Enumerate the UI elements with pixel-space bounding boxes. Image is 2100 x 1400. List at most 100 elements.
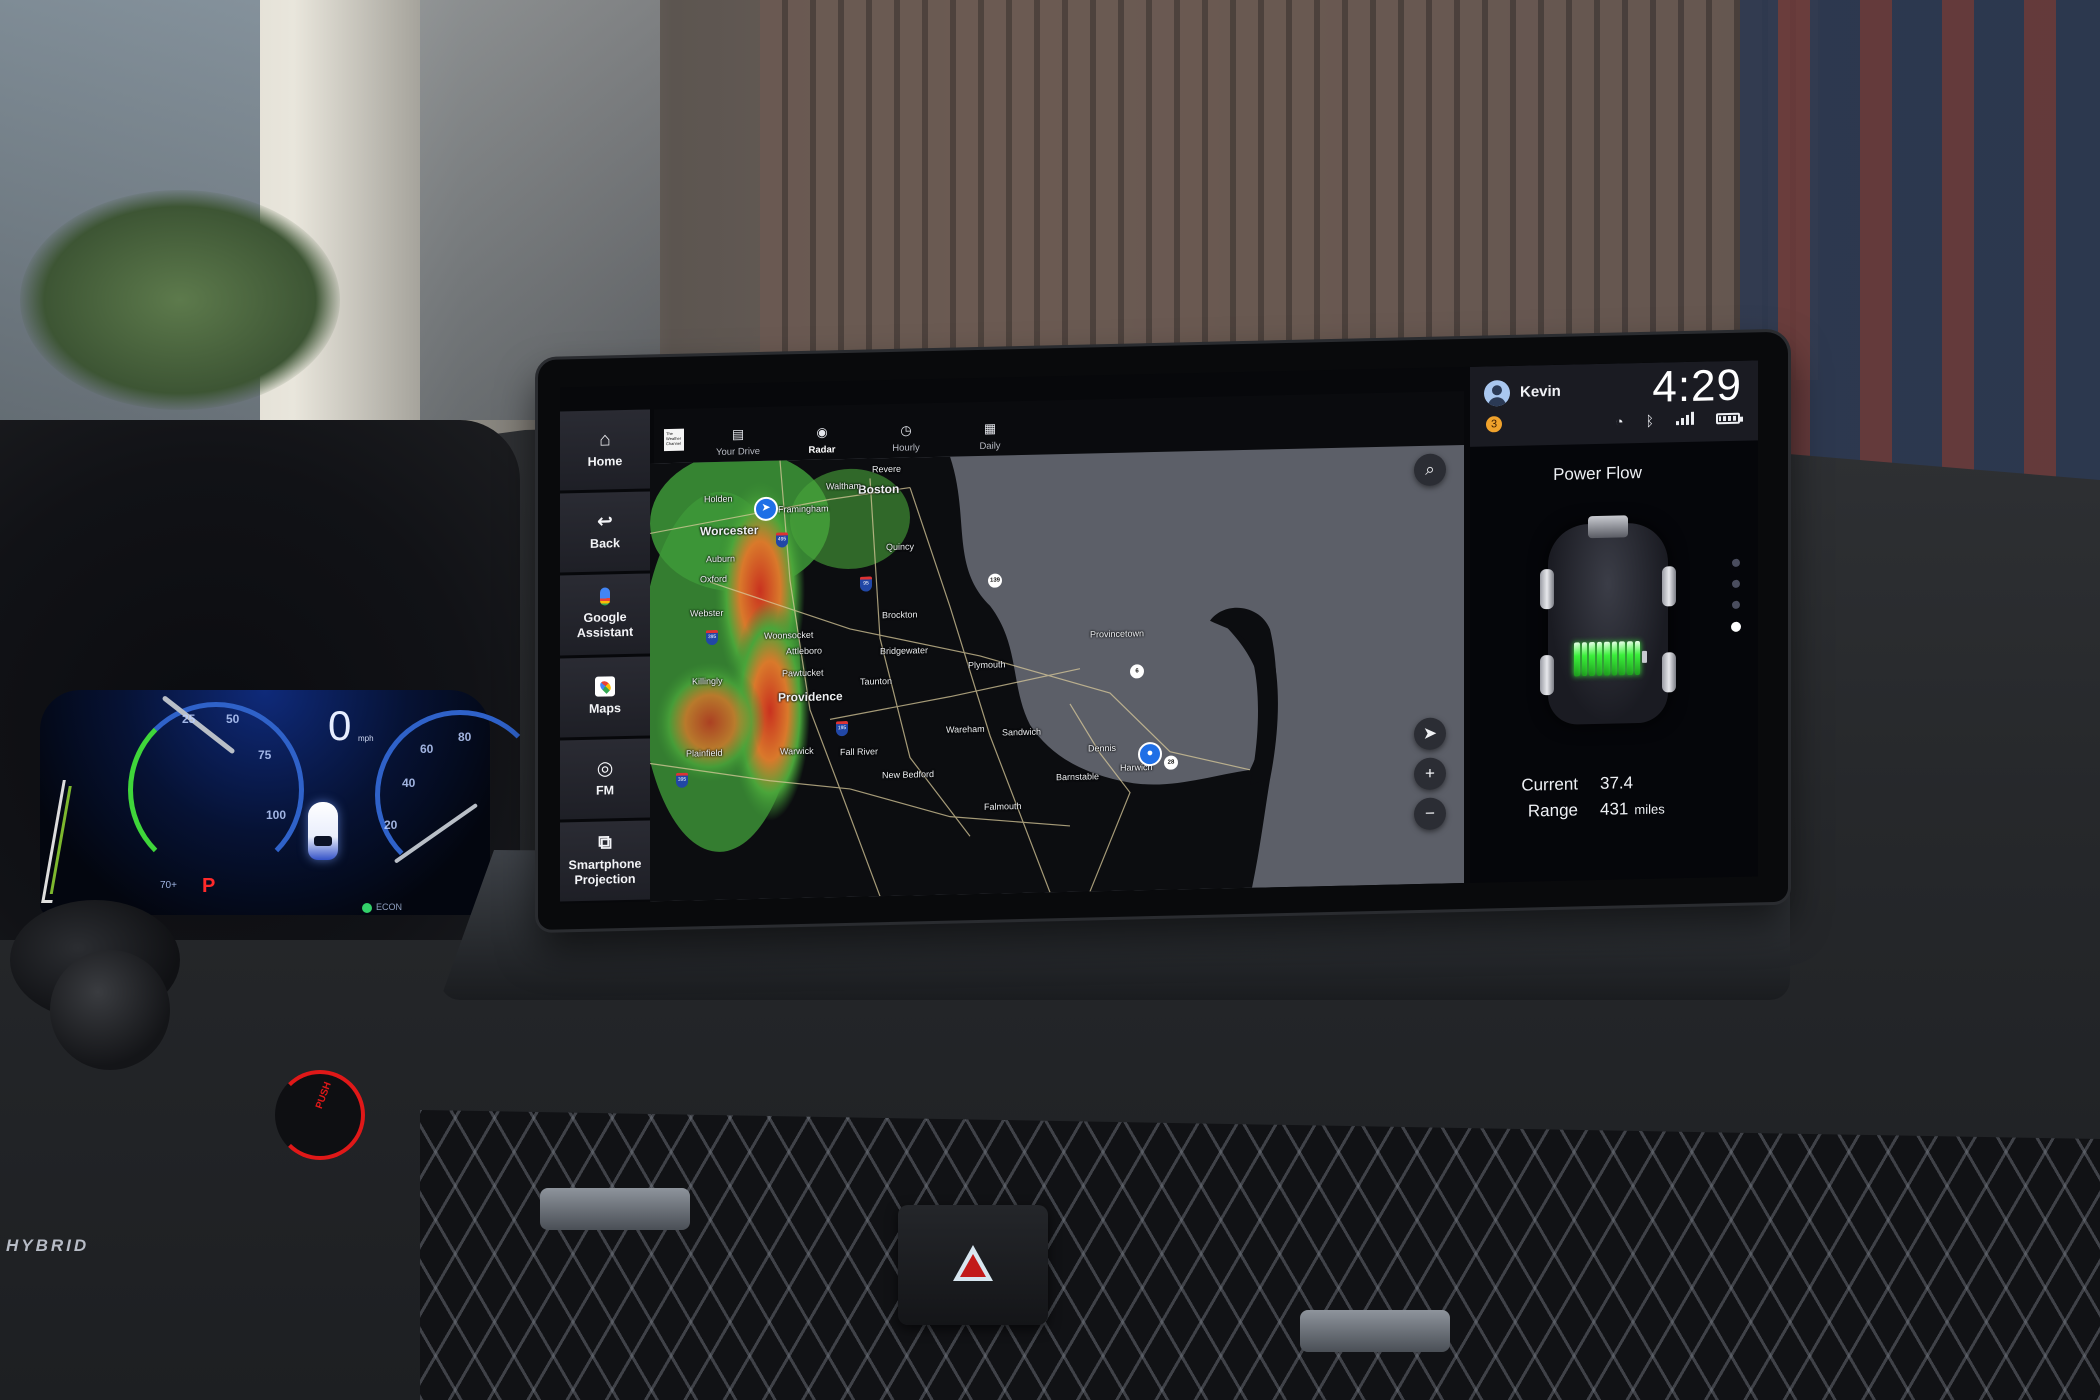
radar-map[interactable]: Revere Boston Waltham Framingham Holden … [650,444,1464,902]
battery-pack-icon [1574,640,1641,677]
background-tree [20,190,340,410]
vent-adjuster[interactable] [1300,1310,1450,1352]
sidebar-item-google-assistant[interactable]: Google Assistant [560,573,650,656]
map-city-label: Falmouth [984,801,1022,812]
engine-icon [1588,515,1628,539]
range-value: 431 [1600,799,1629,819]
battery-terminal [1642,650,1647,663]
gauge-tick: 50 [226,712,240,726]
wheel [1662,652,1676,693]
tab-label: Hourly [892,442,920,454]
wheel [1540,654,1554,696]
status-bar: Kevin 3 4:29 ◔ ᛒ [1470,360,1758,447]
map-city-label: Revere [872,463,902,475]
current-label: Current [1521,774,1578,795]
power-flow-title: Power Flow [1553,462,1642,484]
gauge-tick: 20 [384,818,398,832]
tab-label: Your Drive [715,445,760,458]
map-city-label: Waltham [826,480,862,492]
map-city-label: Webster [690,607,724,619]
interstate-shield: 95 [860,576,872,592]
microphone-icon [600,587,610,607]
calendar-icon: ▦ [983,420,997,436]
signal-icon [1676,411,1694,426]
background-building [420,0,660,420]
status-icons: ◔ ᛒ [1615,411,1740,430]
gauge-tick: 60 [420,742,434,756]
map-city-label: Sandwich [1002,726,1042,738]
sidebar-item-label: Google Assistant [576,610,634,641]
radio-broadcast-icon: ◎ [596,758,614,780]
hazard-button[interactable] [898,1205,1048,1325]
charge-gauge [41,780,74,903]
map-city-label: Killingly [692,675,723,687]
econ-label: ECON [376,902,403,912]
map-city-label: Pawtucket [782,667,824,679]
tab-hourly[interactable]: ◷ Hourly [864,423,948,455]
cape-cod [1210,607,1277,785]
map-city-label: Providence [778,689,843,705]
tab-radar[interactable]: ◉ Radar [780,424,864,457]
hazard-triangle-icon [953,1245,993,1281]
wheel [1540,568,1554,610]
econ-indicator: ECON [362,902,402,913]
air-vent-grille [420,1110,2100,1400]
background-building [1740,0,2100,520]
battery-icon [1716,412,1740,425]
range-label: Range [1527,800,1578,821]
interstate-shield: 495 [776,532,788,548]
instrument-cluster: 25 50 75 100 0 mph 20 40 60 80 70+ P ECO… [40,690,545,915]
user-name[interactable]: Kevin [1520,383,1561,401]
map-city-label: Dennis [1088,742,1117,754]
gauge-tick: 100 [266,808,287,822]
page-dot-active[interactable] [1731,621,1741,632]
power-flow-vehicle-diagram [1540,515,1676,726]
page-dot[interactable] [1732,600,1740,609]
sidebar-item-label: Maps [589,701,621,716]
user-avatar-icon[interactable] [1484,379,1510,407]
page-dot[interactable] [1732,579,1740,588]
interstate-shield: 395 [706,629,718,646]
tab-your-drive[interactable]: ▤ Your Drive [696,426,780,459]
map-city-label: Auburn [706,553,736,565]
map-city-label: Plymouth [968,659,1006,671]
map-city-label: Fall River [840,746,879,758]
page-dot[interactable] [1732,558,1740,567]
map-city-label: Barnstable [1056,771,1100,783]
map-city-label: Worcester [700,522,759,539]
map-city-label: Brockton [882,609,918,621]
current-value: 37.4 [1600,773,1634,793]
google-maps-icon [595,676,615,697]
search-icon: ⌕ [1425,459,1435,479]
sidebar-item-back[interactable]: ↩ Back [560,491,650,573]
sidebar-item-maps[interactable]: Maps [560,655,650,738]
infotainment-screen: ⌂ Home ↩ Back Google Assistant Maps ◎ FM… [560,360,1758,904]
trip-readout: 70+ [160,880,177,891]
navigation-arrow-icon: ➤ [1422,723,1438,743]
gauge-tick: 80 [458,730,472,744]
sidebar: ⌂ Home ↩ Back Google Assistant Maps ◎ FM… [560,409,650,902]
engine-start-button[interactable] [275,1070,365,1160]
notification-badge[interactable]: 3 [1486,416,1502,433]
econ-icon [362,902,372,913]
hybrid-badge: HYBRID [6,1236,90,1255]
infotainment-bezel: ⌂ Home ↩ Back Google Assistant Maps ◎ FM… [538,331,1788,930]
map-city-label: Plainfield [686,747,723,759]
sidebar-item-home[interactable]: ⌂ Home [560,409,650,491]
page-indicator[interactable] [1731,558,1741,632]
range-unit: miles [1634,801,1665,818]
tab-daily[interactable]: ▦ Daily [948,421,1032,453]
map-city-label: Holden [704,493,733,505]
map-city-label: Woonsocket [764,629,814,641]
vent-adjuster[interactable] [540,1188,690,1230]
map-city-label: Quincy [886,541,915,553]
map-city-label: Bridgewater [880,645,929,657]
right-panel: Kevin 3 4:29 ◔ ᛒ Power Flow Current 37.4… [1470,360,1758,883]
map-city-label: Oxford [700,573,728,585]
gauge-tick: 25 [182,712,196,726]
gauge-tick: 40 [402,776,416,790]
connected-car-icon: ◔ [1615,413,1624,430]
sidebar-item-smartphone-projection[interactable]: ⧉ Smartphone Projection [560,820,650,902]
sidebar-item-fm[interactable]: ◎ FM [560,738,650,820]
weather-channel-logo: The Weather Channel [664,428,684,452]
